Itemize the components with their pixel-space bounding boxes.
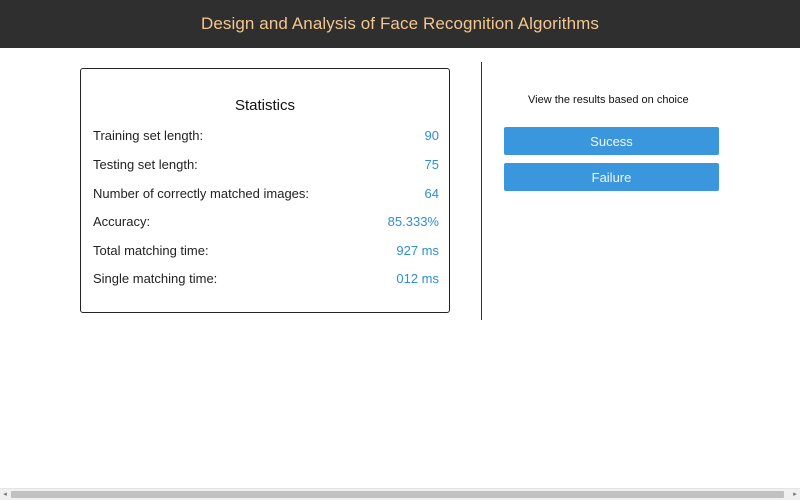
stat-label: Number of correctly matched images: (93, 186, 310, 201)
statistics-title: Statistics (234, 97, 295, 114)
scrollbar-thumb[interactable] (11, 491, 784, 498)
stat-value: 927 ms (396, 243, 439, 258)
stat-label: Accuracy: (93, 214, 151, 229)
stat-label: Total matching time: (93, 243, 209, 258)
stat-label: Testing set length: (93, 157, 198, 172)
stat-value: 75 (424, 157, 439, 172)
stat-row-testing-set-length: Testing set length: 75 (93, 157, 439, 172)
results-choice-label: View the results based on choice (528, 94, 689, 106)
failure-results-button[interactable]: Failure (504, 163, 719, 191)
stat-row-accuracy: Accuracy: 85.333% (93, 214, 439, 229)
stat-label: Training set length: (93, 128, 204, 143)
app-title: Design and Analysis of Face Recognition … (200, 14, 600, 33)
stat-value: 012 ms (396, 271, 439, 286)
scroll-left-icon[interactable]: ◂ (0, 489, 10, 500)
app-header: Design and Analysis of Face Recognition … (0, 0, 800, 48)
stat-label: Single matching time: (93, 271, 218, 286)
stat-row-total-matching-time: Total matching time: 927 ms (93, 243, 439, 258)
scroll-right-icon[interactable]: ▸ (790, 489, 800, 500)
success-results-button[interactable]: Sucess (504, 127, 719, 155)
stat-value: 64 (424, 186, 439, 201)
stat-value: 85.333% (387, 214, 439, 229)
statistics-panel: Statistics Training set length: 90 Testi… (80, 68, 450, 313)
stat-value: 90 (424, 128, 439, 143)
stat-row-single-matching-time: Single matching time: 012 ms (93, 271, 439, 286)
stat-row-training-set-length: Training set length: 90 (93, 128, 439, 143)
vertical-divider (481, 62, 482, 320)
stat-row-correctly-matched: Number of correctly matched images: 64 (93, 186, 439, 201)
horizontal-scrollbar[interactable]: ◂ ▸ (0, 488, 800, 500)
